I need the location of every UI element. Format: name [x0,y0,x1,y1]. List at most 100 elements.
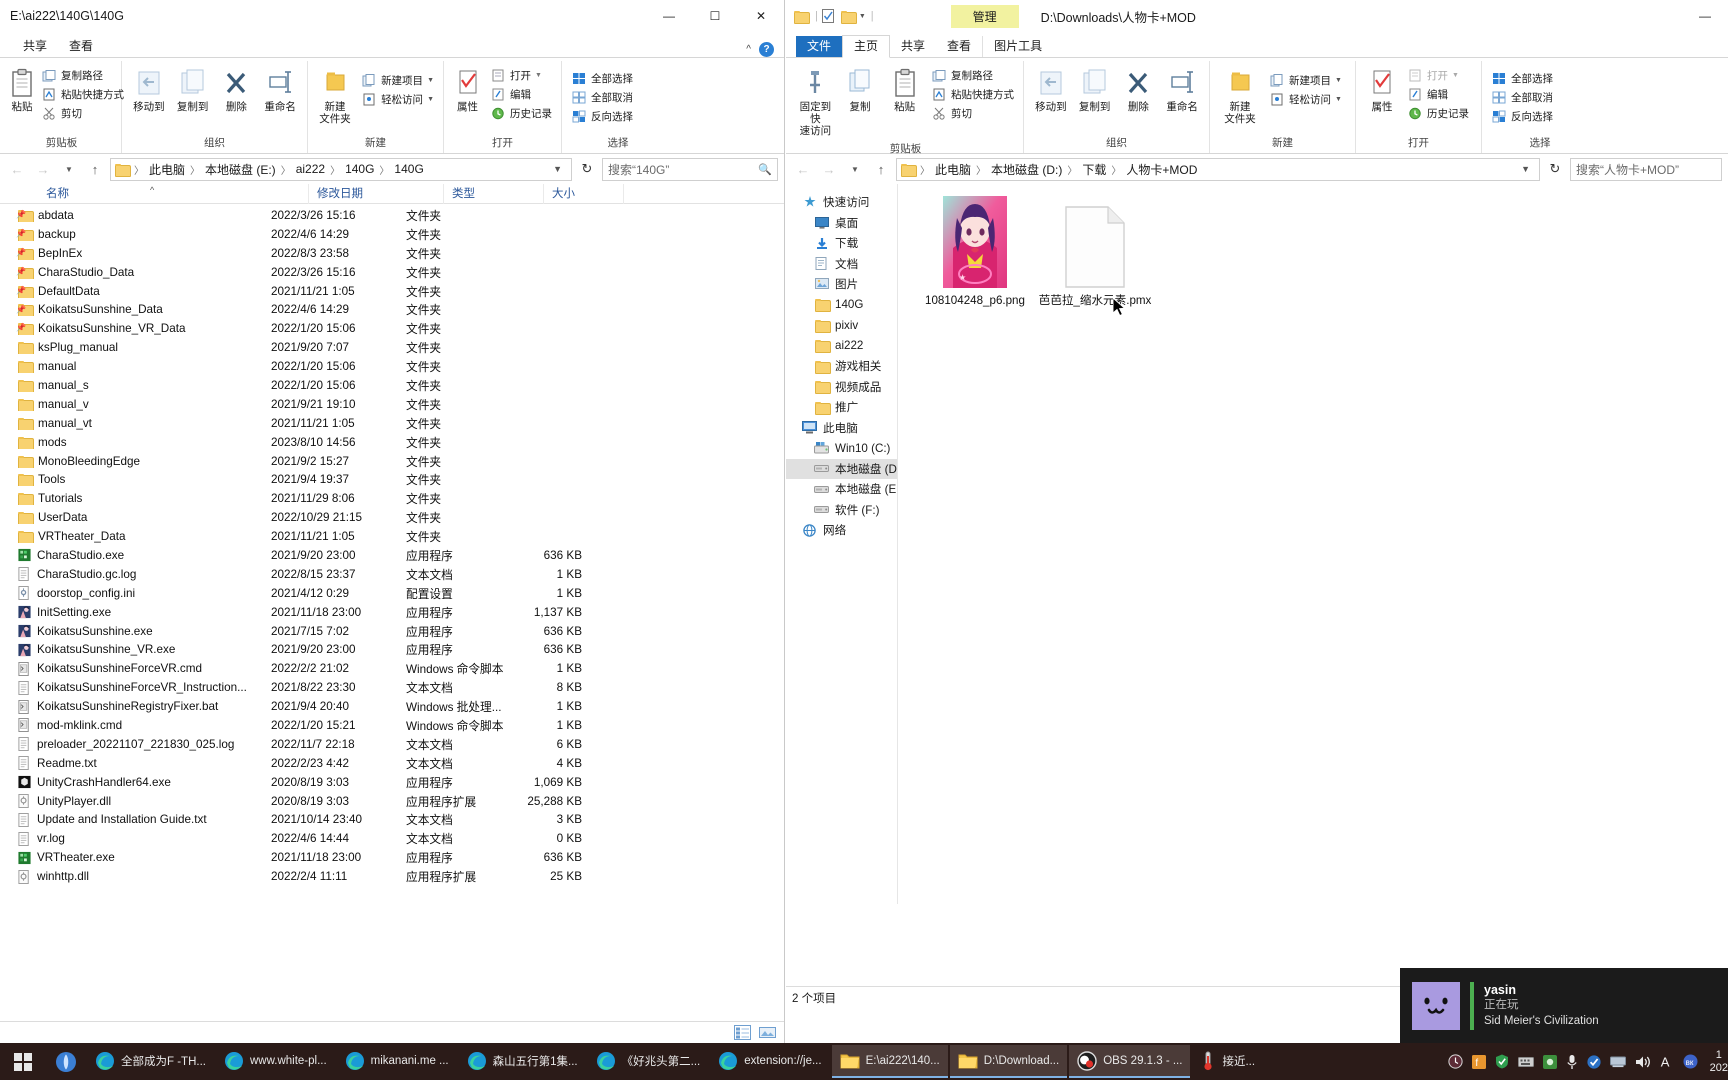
file-tile[interactable]: ★ 108104248_p6.png [916,192,1034,308]
nav-item[interactable]: ai222 [786,336,897,357]
move-to-button[interactable]: 移动到 [127,65,171,115]
easy-access-button[interactable]: 轻松访问 ▼ [357,90,438,109]
open-button[interactable]: 打开 ▼ [486,66,556,85]
copy-to-button[interactable]: 复制到 [1073,65,1117,115]
table-row[interactable]: Tutorials 2021/11/29 8:06 文件夹 [0,489,784,508]
taskbar-item[interactable]: extension://je... [710,1045,829,1078]
table-row[interactable]: mods 2023/8/10 14:56 文件夹 [0,433,784,452]
table-row[interactable]: winhttp.dll 2022/2/4 11:11 应用程序扩展 25 KB [0,867,784,886]
table-row[interactable]: KoikatsuSunshineForceVR_Instruction... 20… [0,678,784,697]
clock-tray-icon[interactable] [1448,1054,1463,1069]
breadcrumb-item[interactable]: ai222 [296,162,325,176]
edit-button[interactable]: 编辑 [486,85,556,104]
chevron-down-icon[interactable]: ▼ [427,96,434,103]
breadcrumb-item[interactable]: 140G [345,162,374,176]
copy-path-button[interactable]: 复制路径 [37,66,128,85]
table-row[interactable]: CharaStudio.exe 2021/9/20 23:00 应用程序 636 KB [0,546,784,565]
table-row[interactable]: InitSetting.exe 2021/11/18 23:00 应用程序 1,137… [0,603,784,622]
nav-item[interactable]: 网络 [786,520,897,541]
nav-item[interactable]: 文档 [786,254,897,275]
open-button[interactable]: 打开 ▼ [1403,66,1473,85]
table-row[interactable]: UnityPlayer.dll 2020/8/19 3:03 应用程序扩展 25,28… [0,792,784,811]
forward-button[interactable]: → [32,158,54,180]
easy-access-button[interactable]: 轻松访问 ▼ [1265,90,1346,109]
chevron-down-icon[interactable]: ▼ [1335,96,1342,103]
rename-button[interactable]: 重命名 [258,65,302,115]
tab-share[interactable]: 共享 [12,36,58,57]
address-dropdown-icon[interactable]: ▼ [1516,164,1535,174]
table-row[interactable]: vr.log 2022/4/6 14:44 文本文档 0 KB [0,829,784,848]
column-header-date[interactable]: 修改日期 [309,183,444,204]
refresh-icon[interactable]: ↻ [576,158,598,180]
table-row[interactable]: MonoBleedingEdge 2021/9/2 15:27 文件夹 [0,452,784,471]
taskbar-item[interactable]: E:\ai222\140... [831,1045,948,1078]
tab-view[interactable]: 查看 [936,36,982,57]
check-tray-icon[interactable] [1587,1054,1601,1069]
nav-item[interactable]: Win10 (C:) [786,438,897,459]
tab-share[interactable]: 共享 [890,36,936,57]
invert-selection-button[interactable]: 反向选择 [567,107,637,126]
select-none-button[interactable]: 全部取消 [567,88,637,107]
tab-home[interactable]: 主页 [842,35,891,58]
details-view-icon[interactable] [731,1024,753,1042]
invert-selection-button[interactable]: 反向选择 [1487,107,1557,126]
up-button[interactable]: ↑ [84,158,106,180]
table-row[interactable]: KoikatsuSunshineForceVR.cmd 2022/2/2 21:0… [0,659,784,678]
up-button[interactable]: ↑ [870,158,892,180]
mic-tray-icon[interactable] [1566,1054,1578,1070]
history-button[interactable]: 历史记录 [1403,104,1473,123]
paste-shortcut-button[interactable]: 粘贴快捷方式 [927,85,1018,104]
cortana-icon[interactable] [46,1043,86,1080]
table-row[interactable]: mod-mklink.cmd 2022/1/20 15:21 Windows 命令脚… [0,716,784,735]
table-row[interactable]: Update and Installation Guide.txt 2021/10… [0,811,784,830]
copy-button[interactable]: 复制 [838,65,883,115]
table-row[interactable]: Tools 2021/9/4 19:37 文件夹 [0,470,784,489]
file-tile[interactable]: 芭芭拉_缩水元素.pmx [1036,192,1154,308]
quick-access-folder-icon[interactable] [794,10,810,24]
taskbar-item[interactable]: 森山五行第1集... [459,1045,586,1078]
paste-button[interactable]: 粘贴 [7,65,37,115]
paste-shortcut-button[interactable]: 粘贴快捷方式 [37,85,128,104]
back-button[interactable]: ← [6,158,28,180]
chevron-up-icon[interactable]: ^ [746,44,751,55]
breadcrumb-item[interactable]: 此电脑 [149,161,185,178]
nav-item[interactable]: 本地磁盘 (E:) [786,479,897,500]
properties-button[interactable]: 属性 [449,65,486,115]
table-row[interactable]: KoikatsuSunshineRegistryFixer.bat 2021/9/… [0,697,784,716]
nav-item[interactable]: 桌面 [786,213,897,234]
properties-button[interactable]: 属性 [1361,65,1403,115]
edit-button[interactable]: 编辑 [1403,85,1473,104]
table-row[interactable]: backup 2022/4/6 14:29 文件夹 [0,225,784,244]
nav-item[interactable]: 下载 [786,233,897,254]
chevron-down-icon[interactable]: ▼ [535,72,542,79]
table-row[interactable]: doorstop_config.ini 2021/4/12 0:29 配置设置 1 K… [0,584,784,603]
recent-locations-button[interactable]: ▼ [58,158,80,180]
nav-item[interactable]: 游戏相关 [786,356,897,377]
column-header-size[interactable]: 大小 [544,183,624,204]
taskbar-item[interactable]: 全部成为F -TH... [87,1045,214,1078]
table-row[interactable]: VRTheater.exe 2021/11/18 23:00 应用程序 636 KB [0,848,784,867]
breadcrumb-item[interactable]: 此电脑 [935,161,971,178]
move-to-button[interactable]: 移动到 [1029,65,1073,115]
table-row[interactable]: preloader_20221107_221830_025.log 2022/11… [0,735,784,754]
pin-to-quick-access-button[interactable]: 固定到快 速访问 [793,65,838,139]
help-icon[interactable]: ? [759,42,774,57]
back-button[interactable]: ← [792,158,814,180]
history-button[interactable]: 历史记录 [486,104,556,123]
breadcrumb-item[interactable]: 人物卡+MOD [1126,161,1197,178]
column-header-name[interactable]: 名称 [38,183,309,204]
taskbar-item[interactable]: 接近... [1192,1045,1263,1078]
new-item-button[interactable]: 新建项目 ▼ [357,71,438,90]
table-row[interactable]: abdata 2022/3/26 15:16 文件夹 [0,206,784,225]
select-all-button[interactable]: 全部选择 [567,69,637,88]
paste-button[interactable]: 粘贴 [882,65,927,115]
select-all-button[interactable]: 全部选择 [1487,69,1557,88]
select-none-button[interactable]: 全部取消 [1487,88,1557,107]
tab-view[interactable]: 查看 [58,36,104,57]
qat-dropdown-icon[interactable]: ▼ [859,13,866,20]
left-address-bar[interactable]: 〉 此电脑 〉 本地磁盘 (E:) 〉 ai222 〉 140G 〉 140G … [110,157,572,181]
right-address-bar[interactable]: 〉 此电脑 〉 本地磁盘 (D:) 〉 下载 〉 人物卡+MOD ▼ [896,157,1540,181]
table-row[interactable]: KoikatsuSunshine_VR.exe 2021/9/20 23:00 应用… [0,640,784,659]
table-row[interactable]: KoikatsuSunshine.exe 2021/7/15 7:02 应用程序 63… [0,622,784,641]
copy-to-button[interactable]: 复制到 [171,65,215,115]
